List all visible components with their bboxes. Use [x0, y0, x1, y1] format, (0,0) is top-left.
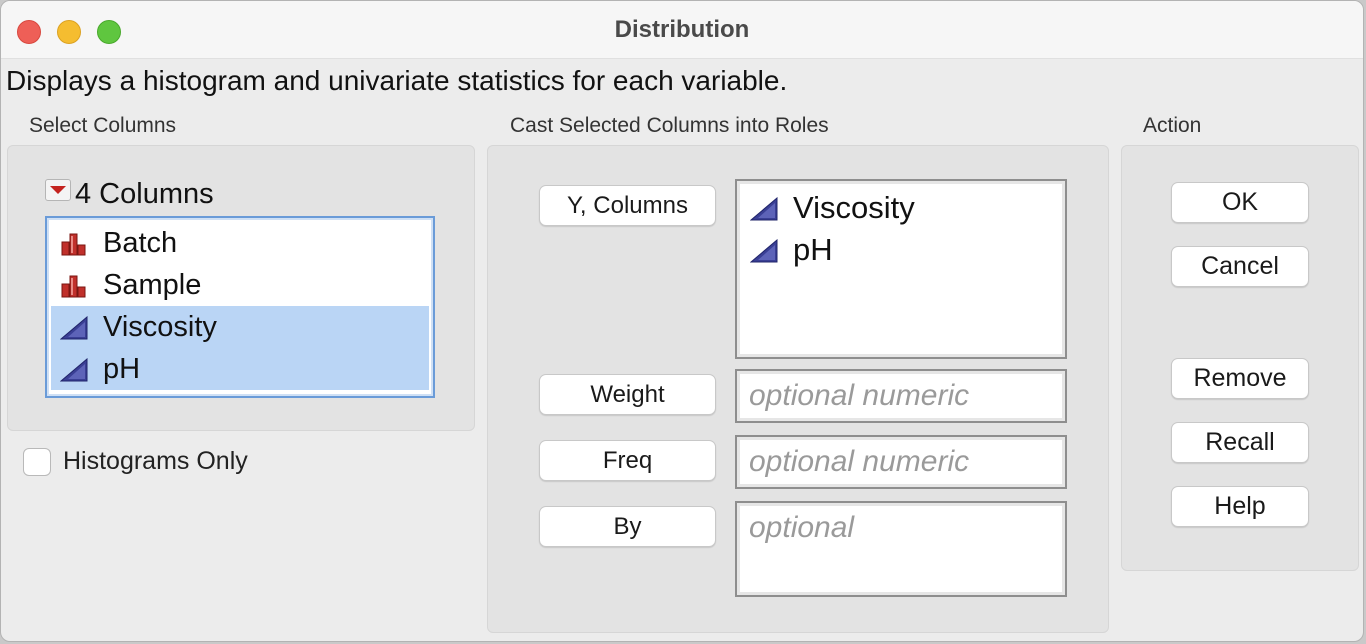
ok-button[interactable]: OK: [1171, 182, 1309, 223]
freq-button[interactable]: Freq: [539, 440, 716, 481]
remove-button[interactable]: Remove: [1171, 358, 1309, 399]
list-item[interactable]: Sample: [51, 264, 429, 306]
column-name: pH: [103, 352, 141, 385]
column-name: Viscosity: [103, 310, 217, 343]
histograms-only-checkbox[interactable]: [23, 448, 51, 476]
help-button[interactable]: Help: [1171, 486, 1309, 527]
dialog-description: Displays a histogram and univariate stat…: [6, 65, 788, 96]
weight-button[interactable]: Weight: [539, 374, 716, 415]
cast-roles-label: Cast Selected Columns into Roles: [510, 114, 829, 137]
continuous-triangle-icon: [749, 237, 779, 263]
freq-field[interactable]: optional numeric: [735, 435, 1067, 489]
continuous-triangle-icon: [59, 314, 89, 340]
cancel-button[interactable]: Cancel: [1171, 246, 1309, 287]
action-label: Action: [1143, 114, 1202, 137]
column-count: 4 Columns: [75, 177, 214, 210]
column-list[interactable]: Batch Sample Viscosity pH: [45, 216, 435, 398]
select-columns-label: Select Columns: [29, 114, 177, 137]
list-item[interactable]: Viscosity: [737, 187, 1065, 229]
window-title: Distribution: [614, 16, 750, 43]
list-item[interactable]: Batch: [51, 222, 429, 264]
list-item[interactable]: pH: [51, 348, 429, 390]
recall-button[interactable]: Recall: [1171, 422, 1309, 463]
columns-header: 4 Columns: [45, 176, 214, 212]
list-item[interactable]: Viscosity: [51, 306, 429, 348]
y-columns-list[interactable]: Viscosity pH: [735, 179, 1067, 359]
continuous-triangle-icon: [59, 356, 89, 382]
freq-placeholder: optional numeric: [749, 445, 970, 478]
disclosure-menu-icon[interactable]: [45, 179, 71, 201]
continuous-triangle-icon: [749, 195, 779, 221]
role-item-name: Viscosity: [793, 190, 915, 225]
distribution-dialog: Distribution Displays a histogram and un…: [0, 0, 1364, 642]
y-columns-button[interactable]: Y, Columns: [539, 185, 716, 226]
weight-placeholder: optional numeric: [749, 379, 970, 412]
by-button[interactable]: By: [539, 506, 716, 547]
by-field[interactable]: optional: [735, 501, 1067, 597]
histograms-only-label: Histograms Only: [63, 447, 248, 475]
title-bar: Distribution: [1, 1, 1363, 59]
nominal-bar-icon: [59, 272, 89, 298]
role-item-name: pH: [793, 232, 833, 267]
column-name: Sample: [103, 268, 202, 301]
column-name: Batch: [103, 226, 178, 259]
list-item[interactable]: pH: [737, 229, 1065, 271]
by-placeholder: optional: [749, 511, 855, 544]
weight-field[interactable]: optional numeric: [735, 369, 1067, 423]
nominal-bar-icon: [59, 230, 89, 256]
